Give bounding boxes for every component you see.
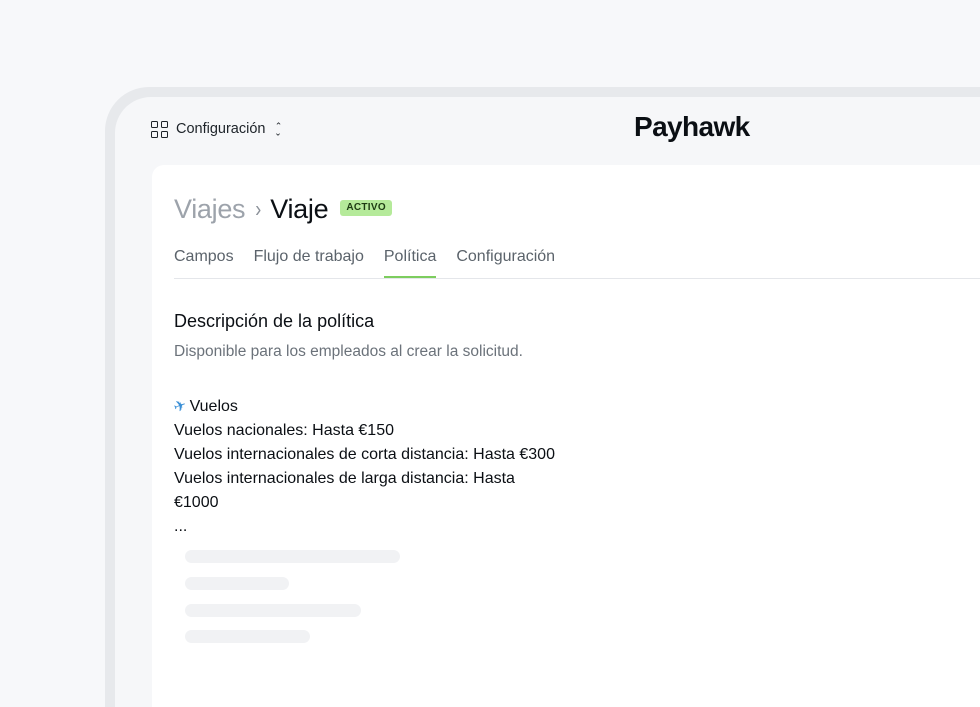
policy-line: ... bbox=[174, 518, 188, 535]
policy-line: €1000 bbox=[174, 494, 219, 511]
chevron-right-icon: › bbox=[255, 195, 262, 222]
tab-bar: Campos Flujo de trabajo Política Configu… bbox=[174, 246, 980, 279]
policy-line: Vuelos internacionales de larga distanci… bbox=[174, 470, 515, 487]
tab-politica[interactable]: Política bbox=[383, 246, 437, 278]
status-badge: ACTIVO bbox=[340, 200, 392, 216]
chevron-updown-icon: ⌃ ⌃ bbox=[274, 121, 283, 138]
policy-line: Vuelos internacionales de corta distanci… bbox=[174, 446, 555, 463]
skeleton-line bbox=[185, 550, 400, 563]
app-logo: Payhawk bbox=[634, 111, 750, 142]
tab-campos[interactable]: Campos bbox=[174, 246, 234, 277]
main-card: Viajes › Viaje ACTIVO Campos Flujo de tr… bbox=[152, 165, 980, 707]
tab-configuracion[interactable]: Configuración bbox=[456, 246, 555, 277]
policy-description-editor[interactable]: ✈Vuelos Vuelos nacionales: Hasta €150 Vu… bbox=[171, 395, 594, 539]
app-screen: Configuración ⌃ ⌃ Payhawk Viajes › Viaje … bbox=[115, 97, 980, 707]
policy-line: Vuelos nacionales: Hasta €150 bbox=[174, 422, 394, 439]
section-subtitle: Disponible para los empleados al crear l… bbox=[174, 343, 523, 360]
grid-icon bbox=[151, 120, 168, 138]
breadcrumb: Viajes › Viaje ACTIVO bbox=[174, 189, 392, 229]
skeleton-line bbox=[185, 604, 361, 617]
policy-heading-line: ✈Vuelos bbox=[171, 395, 594, 419]
skeleton-line bbox=[185, 577, 289, 590]
skeleton-line bbox=[185, 630, 310, 643]
page-title: Viaje bbox=[270, 193, 329, 224]
device-frame: Configuración ⌃ ⌃ Payhawk Viajes › Viaje … bbox=[105, 87, 980, 707]
breadcrumb-parent-link[interactable]: Viajes bbox=[174, 194, 246, 225]
workspace-switcher[interactable]: Configuración ⌃ ⌃ bbox=[151, 119, 282, 139]
section-title: Descripción de la política bbox=[174, 311, 375, 331]
tab-flujo-de-trabajo[interactable]: Flujo de trabajo bbox=[254, 246, 364, 277]
airplane-icon: ✈ bbox=[171, 396, 189, 417]
workspace-label: Configuración bbox=[176, 121, 266, 137]
policy-heading: Vuelos bbox=[189, 398, 238, 415]
